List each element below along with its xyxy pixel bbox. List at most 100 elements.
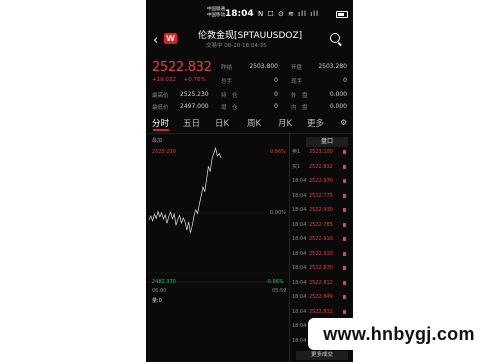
stat-value: 0: [343, 77, 347, 84]
tab-five-day[interactable]: 五日: [183, 117, 200, 129]
trade-price: 2522.812: [309, 279, 333, 286]
carrier-info: 中国联通 中国移动: [207, 7, 225, 18]
trade-direction-marker: [343, 251, 346, 256]
order-book-row: 18:04 2522.910: [292, 234, 350, 244]
trade-direction-marker: [343, 150, 346, 154]
back-arrow-icon[interactable]: ‹: [153, 33, 158, 48]
trade-price: 2522.910: [309, 250, 333, 257]
status-time: 18:04: [225, 9, 254, 19]
trade-price: 2522.930: [309, 207, 333, 213]
status-bar: 中国联通 中国移动 18:04 N ☐ ⊙ ≋ ıll ıll: [146, 6, 353, 26]
trade-direction-marker: [343, 266, 346, 270]
order-book-row: 18:04 2522.870: [292, 263, 350, 273]
stat-label: 昨结: [221, 65, 233, 71]
status-icons: N ☐ ⊙ ≋ ıll ıll: [258, 10, 320, 18]
battery-icon: [336, 11, 348, 18]
stat-value: 0: [274, 103, 278, 110]
trade-time: 18:04: [292, 250, 307, 257]
app-logo: W: [164, 33, 177, 44]
trade-direction-marker: [343, 295, 346, 299]
stat-label: 最高价: [152, 93, 169, 99]
gear-icon[interactable]: ⚙: [340, 118, 347, 127]
tab-intraday[interactable]: 分时: [152, 117, 169, 129]
y-max-label: 2525.230: [152, 149, 176, 155]
trade-direction-marker: [343, 164, 346, 169]
trade-price: 2522.775: [309, 192, 333, 199]
x-end-label: 05:59: [272, 288, 287, 294]
order-book-row: 18:04 2522.930: [292, 205, 350, 215]
stat-value: 2503.280: [318, 63, 347, 70]
trade-direction-marker: [343, 179, 346, 183]
volume-label: 量:0: [152, 298, 162, 304]
price-change: +19.032 +0.76%: [152, 77, 212, 83]
phone-screen: 中国联通 中国移动 18:04 N ☐ ⊙ ≋ ıll ıll ‹ W 伦敦金现…: [146, 0, 353, 362]
trade-price: 2522.832: [309, 163, 333, 170]
trade-direction-marker: [343, 280, 346, 285]
trade-price: 2522.910: [309, 236, 333, 242]
order-book-row: 18:04 2522.849: [292, 292, 350, 302]
trade-time: 18:04: [292, 207, 307, 213]
stat-label: 最低价: [152, 105, 169, 111]
tab-weekly-k[interactable]: 周K: [247, 117, 261, 129]
stat-value: 2525.230: [180, 91, 209, 98]
order-book-row: 18:04 2522.812: [292, 278, 350, 288]
order-book-row: 18:042522.832: [292, 307, 350, 317]
trade-time: 卖1: [292, 149, 301, 155]
trade-direction-marker: [343, 237, 346, 241]
stat-value: 0.000: [329, 91, 347, 98]
carrier-line-2: 中国移动: [207, 12, 225, 18]
trade-price: 2523.100: [309, 149, 333, 155]
search-icon[interactable]: [330, 33, 340, 43]
carrier-line-1: 中国联通: [207, 7, 225, 12]
stat-label: 外 盘: [291, 93, 308, 99]
trade-time: 18:04: [292, 178, 307, 184]
change-percent: +0.76%: [183, 77, 206, 83]
trade-price: 2522.832: [309, 308, 333, 315]
trade-time: 18:04: [292, 294, 307, 300]
divider: [289, 134, 290, 362]
tab-daily-k[interactable]: 日K: [215, 117, 229, 129]
stat-label: 内 盘: [291, 105, 308, 111]
trade-price: 2522.870: [309, 265, 333, 271]
trade-time: 18:04: [292, 221, 307, 228]
pct-max-label: 0.86%: [270, 149, 286, 155]
page-title: 伦敦金现[SPTAUUSDOZ]: [198, 31, 303, 41]
stat-label: 开盘: [291, 65, 303, 71]
more-trades-button[interactable]: 更多成交: [296, 351, 348, 360]
price-series-line: [148, 146, 222, 233]
order-book-row: 18:04 2522.970: [292, 176, 350, 186]
tab-more[interactable]: 更多: [307, 117, 324, 129]
order-book-row: 卖1 2523.100: [292, 147, 350, 157]
trade-time: 18:04: [292, 265, 307, 271]
trade-time: 18:04: [292, 192, 307, 199]
change-value: +19.032: [152, 77, 176, 83]
order-book-header[interactable]: 盘口: [306, 137, 348, 147]
stat-value: 2503.800: [249, 63, 278, 70]
chart-tag: 最加: [152, 138, 163, 144]
intraday-chart[interactable]: [146, 134, 289, 362]
x-start-label: 06:00: [152, 288, 167, 294]
order-book-row: 18:04 2522.910: [292, 249, 350, 259]
trade-time: 18:04: [292, 236, 307, 242]
order-book-row: 买1 2522.832: [292, 162, 350, 172]
tab-monthly-k[interactable]: 月K: [278, 117, 292, 129]
trade-price: 2522.849: [309, 294, 333, 300]
trade-direction-marker: [343, 208, 346, 212]
stat-value: 2497.000: [180, 103, 209, 110]
stat-label: 总手: [221, 79, 233, 85]
trade-time: 18:04: [292, 279, 307, 286]
order-book-row: 18:04 2522.775: [292, 191, 350, 201]
trade-time: 18:04: [292, 308, 307, 315]
trade-price: 2522.970: [309, 178, 333, 184]
current-price: 2522.832: [152, 60, 212, 75]
stat-value: 0.000: [329, 103, 347, 110]
stat-label: 增 仓: [221, 105, 238, 111]
stat-value: 0: [274, 91, 278, 98]
trade-direction-marker: [343, 222, 346, 227]
watermark-logo: www.hnbygj.com: [308, 318, 490, 350]
pct-min-label: -0.86%: [266, 279, 284, 285]
trade-direction-marker: [343, 309, 346, 314]
stat-label: 现手: [291, 79, 303, 85]
stat-value: 0: [274, 77, 278, 84]
trade-price: 2522.785: [309, 221, 333, 228]
